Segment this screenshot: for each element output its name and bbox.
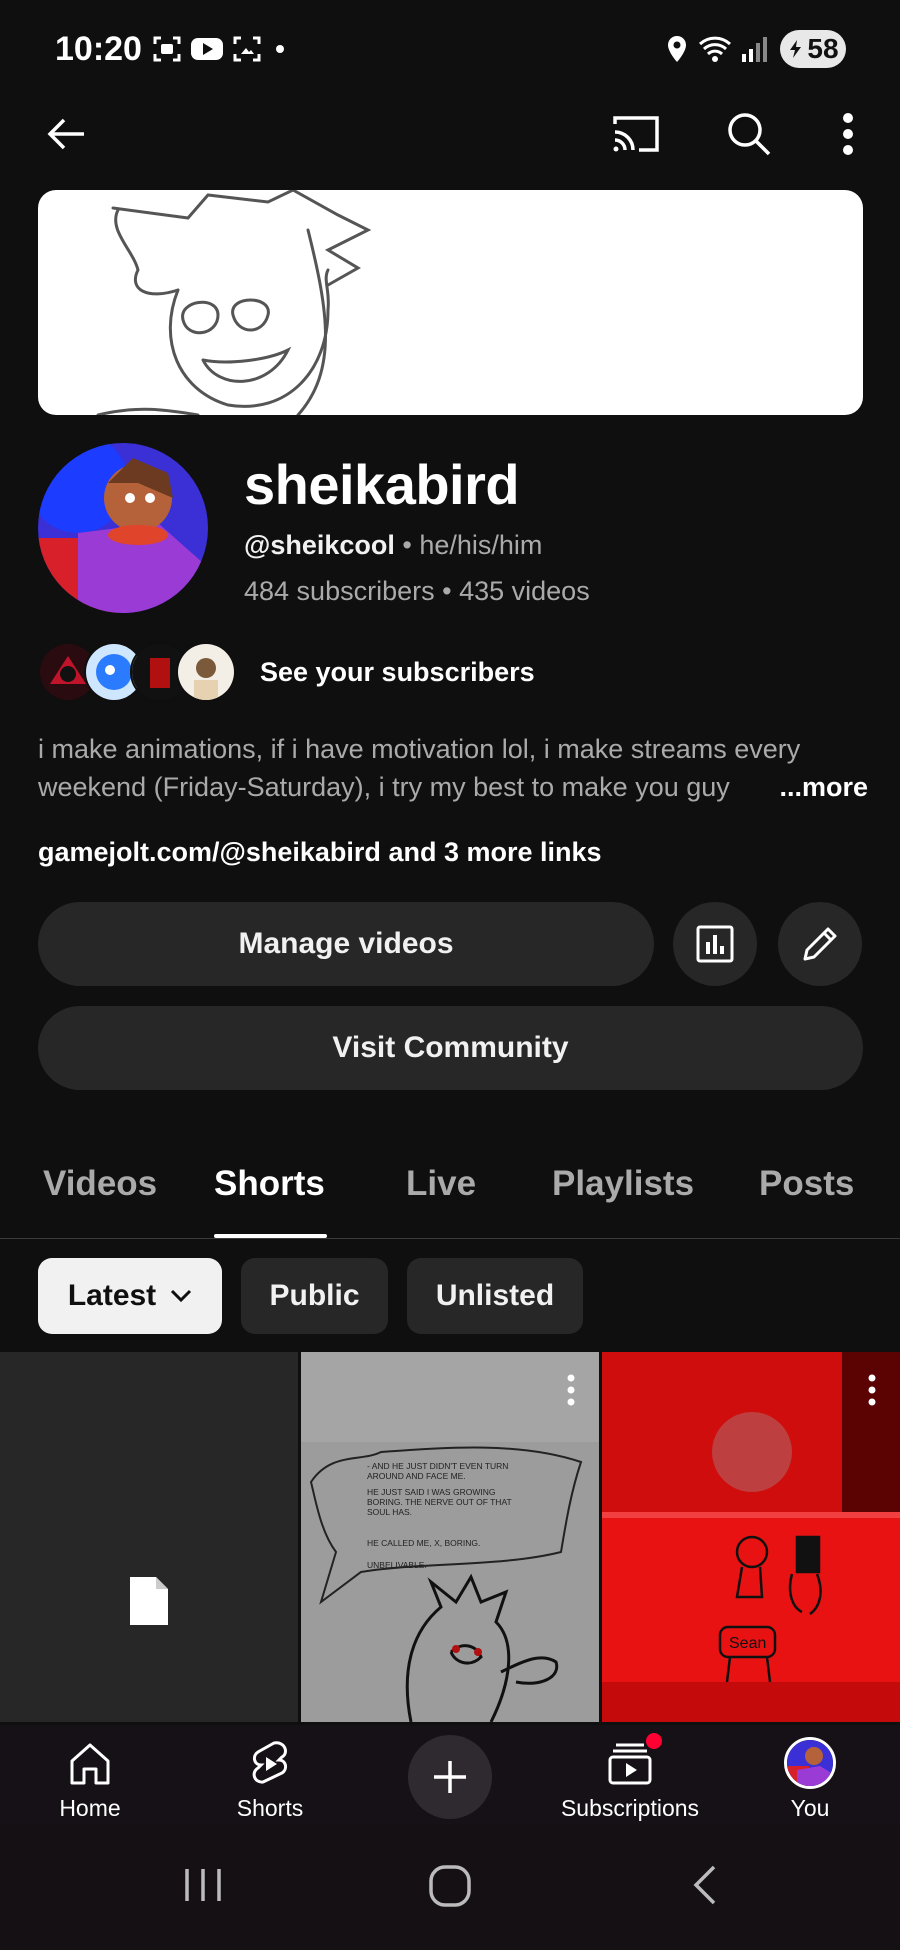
subscriptions-icon-wrap: [604, 1733, 662, 1789]
you-avatar: [784, 1737, 836, 1789]
comic-text-line: - AND HE JUST DIDN'T EVEN TURN: [367, 1461, 508, 1471]
wifi-icon: [698, 34, 732, 64]
screenshot-icon: [152, 34, 182, 64]
more-vert-icon: [843, 113, 853, 155]
red-scene-thumbnail-art: Sean: [602, 1352, 900, 1722]
channel-stats: 484 subscribers • 435 videos: [244, 576, 590, 607]
comic-text-line: AROUND AND FACE ME.: [367, 1471, 466, 1481]
nav-home[interactable]: Home: [0, 1737, 180, 1822]
back-icon: [47, 118, 84, 150]
nav-shorts[interactable]: Shorts: [180, 1737, 360, 1822]
subscriber-count: 484 subscribers: [244, 576, 435, 606]
home-circle-icon: [429, 1865, 471, 1907]
tab-videos[interactable]: Videos: [43, 1164, 157, 1204]
comic-text-line: BORING. THE NERVE OUT OF THAT: [367, 1497, 512, 1507]
chevron-left-icon: [693, 1865, 716, 1905]
channel-tabs: Videos Shorts Live Playlists Posts: [0, 1150, 900, 1239]
analytics-icon: [696, 925, 734, 963]
edit-channel-button[interactable]: [778, 902, 862, 986]
filter-chip-latest[interactable]: Latest: [38, 1258, 222, 1334]
pencil-icon: [803, 927, 837, 961]
more-links-label[interactable]: and 3 more links: [388, 837, 601, 867]
comic-text-line: HE CALLED ME, X, BORING.: [367, 1538, 480, 1548]
notification-dot: [646, 1733, 662, 1749]
back-system-button[interactable]: [686, 1863, 726, 1907]
back-button[interactable]: [34, 102, 98, 166]
separator-dot: •: [442, 576, 452, 606]
channel-avatar[interactable]: [38, 443, 208, 613]
gallery-icon: [232, 34, 262, 64]
manage-videos-button[interactable]: Manage videos: [38, 902, 654, 986]
channel-handle-line: @sheikcool • he/his/him: [244, 530, 542, 561]
channel-pronouns: he/his/him: [419, 530, 543, 560]
channel-description[interactable]: i make animations, if i have motivation …: [38, 730, 868, 806]
youtube-icon: [190, 35, 224, 63]
sign-text: Sean: [729, 1635, 766, 1652]
plus-icon: [434, 1761, 466, 1793]
channel-handle: @sheikcool: [244, 530, 395, 560]
active-tab-indicator: [214, 1234, 327, 1238]
nav-label: Shorts: [236, 1795, 304, 1821]
tab-shorts[interactable]: Shorts: [214, 1164, 325, 1204]
nav-label: You: [790, 1795, 830, 1821]
tab-posts[interactable]: Posts: [759, 1164, 854, 1204]
analytics-button[interactable]: [673, 902, 757, 986]
nav-label: Home: [59, 1795, 121, 1821]
status-right-icons: [664, 34, 770, 64]
tab-live[interactable]: Live: [406, 1164, 476, 1204]
recent-apps-icon: [185, 1869, 221, 1901]
comic-thumbnail-art: - AND HE JUST DIDN'T EVEN TURN AROUND AN…: [301, 1352, 599, 1722]
more-vert-icon[interactable]: [867, 1374, 877, 1406]
search-icon: [728, 113, 771, 156]
search-button[interactable]: [717, 102, 781, 166]
video-count: 435 videos: [459, 576, 590, 606]
create-button[interactable]: [408, 1735, 492, 1819]
dot-icon: [270, 34, 290, 64]
description-more-link[interactable]: ...more: [731, 768, 868, 806]
subscriber-avatar: [176, 642, 236, 702]
nav-subscriptions[interactable]: Subscriptions: [540, 1733, 720, 1822]
visit-community-button[interactable]: Visit Community: [38, 1006, 863, 1090]
comic-text-line: SOUL HAS.: [367, 1507, 412, 1517]
short-thumbnail[interactable]: - AND HE JUST DIDN'T EVEN TURN AROUND AN…: [301, 1352, 599, 1722]
primary-link[interactable]: gamejolt.com/@sheikabird: [38, 837, 381, 867]
chip-label: Latest: [67, 1279, 157, 1312]
nav-create[interactable]: [360, 1735, 540, 1819]
signal-icon: [740, 34, 770, 64]
filter-chip-unlisted[interactable]: Unlisted: [407, 1258, 583, 1334]
nav-you[interactable]: You: [720, 1737, 900, 1822]
cast-button[interactable]: [604, 102, 668, 166]
chevron-down-icon: [171, 1289, 192, 1303]
channel-banner: [38, 190, 863, 415]
filter-chip-public[interactable]: Public: [241, 1258, 388, 1334]
nav-label: Subscriptions: [560, 1795, 700, 1821]
cast-icon: [613, 116, 659, 152]
tab-playlists[interactable]: Playlists: [552, 1164, 694, 1204]
location-icon: [664, 34, 690, 64]
see-subscribers-label[interactable]: See your subscribers: [260, 657, 535, 688]
status-left-icons: [152, 34, 290, 64]
battery-icon: 58: [780, 30, 846, 68]
more-options-button[interactable]: [816, 102, 880, 166]
see-subscribers-row[interactable]: See your subscribers: [38, 640, 535, 704]
system-navigation-bar: [0, 1825, 900, 1950]
channel-name: sheikabird: [244, 453, 520, 516]
status-bar: 10:20 58: [0, 0, 900, 100]
home-system-button[interactable]: [425, 1861, 475, 1911]
description-text: i make animations, if i have motivation …: [38, 734, 801, 802]
status-time: 10:20: [55, 30, 142, 68]
file-icon: [130, 1577, 168, 1625]
short-thumbnail[interactable]: [0, 1352, 298, 1722]
bottom-navigation: Home Shorts Subscriptions You: [0, 1725, 900, 1825]
home-icon: [70, 1743, 110, 1785]
separator-dot: •: [402, 530, 412, 560]
comic-text-line: HE JUST SAID I WAS GROWING: [367, 1487, 495, 1497]
channel-links[interactable]: gamejolt.com/@sheikabird and 3 more link…: [38, 837, 602, 868]
battery-level: 58: [807, 33, 839, 64]
shorts-icon: [252, 1741, 288, 1784]
recent-apps-button[interactable]: [175, 1863, 231, 1907]
short-thumbnail[interactable]: Sean: [602, 1352, 900, 1722]
more-vert-icon[interactable]: [566, 1374, 576, 1406]
comic-text-line: UNBELIVABLE.: [367, 1560, 427, 1570]
